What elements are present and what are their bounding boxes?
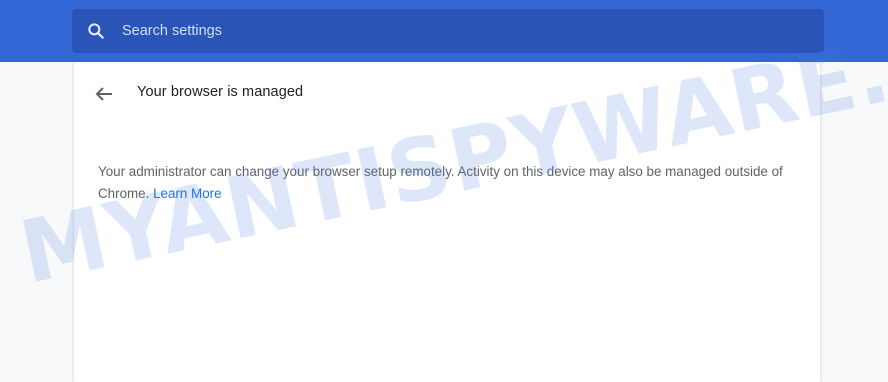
page-title: Your browser is managed: [137, 84, 304, 100]
managed-browser-card: Your browser is managed Your administrat…: [74, 62, 820, 382]
search-input[interactable]: [122, 9, 802, 53]
managed-message: Your administrator can change your brows…: [98, 161, 788, 205]
search-icon[interactable]: [86, 21, 106, 41]
arrow-back-icon[interactable]: [90, 80, 118, 108]
top-toolbar: [0, 0, 888, 62]
back-button[interactable]: [90, 80, 118, 108]
learn-more-link[interactable]: Learn More: [153, 186, 221, 201]
search-box[interactable]: [72, 9, 824, 53]
